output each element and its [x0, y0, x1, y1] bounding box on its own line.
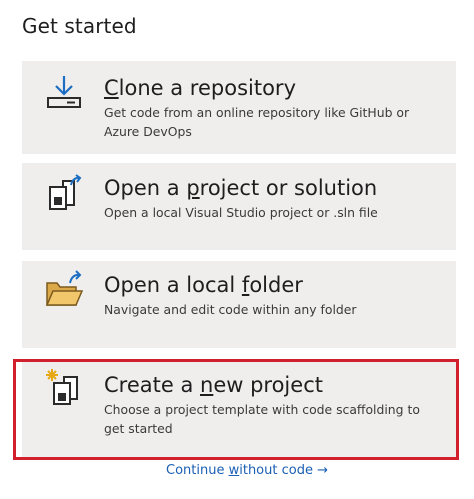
open-project-card[interactable]: Open a project or solution Open a local … [22, 163, 456, 250]
download-to-drive-icon [44, 73, 84, 113]
open-folder-description: Navigate and edit code within any folder [104, 302, 357, 317]
open-folder-icon [44, 269, 84, 309]
open-project-description: Open a local Visual Studio project or .s… [104, 205, 378, 220]
open-folder-title: Open a local folder [104, 273, 303, 297]
open-project-title: Open a project or solution [104, 176, 378, 200]
open-folder-card[interactable]: Open a local folder Navigate and edit co… [22, 261, 456, 348]
new-project-icon [44, 367, 84, 407]
clone-repository-description: Get code from an online repository like … [104, 105, 410, 139]
clone-repository-title: Clone a repository [104, 76, 296, 100]
arrow-right-icon: → [317, 463, 329, 478]
section-title: Get started [22, 14, 137, 38]
create-new-project-title: Create a new project [104, 373, 323, 397]
create-new-project-description: Choose a project template with code scaf… [104, 402, 420, 436]
clone-repository-card[interactable]: Clone a repository Get code from an onli… [22, 61, 456, 154]
open-project-icon [44, 173, 84, 213]
continue-without-code-link[interactable]: Continue without code → [166, 463, 328, 478]
create-new-project-card[interactable]: Create a new project Choose a project te… [22, 361, 456, 459]
